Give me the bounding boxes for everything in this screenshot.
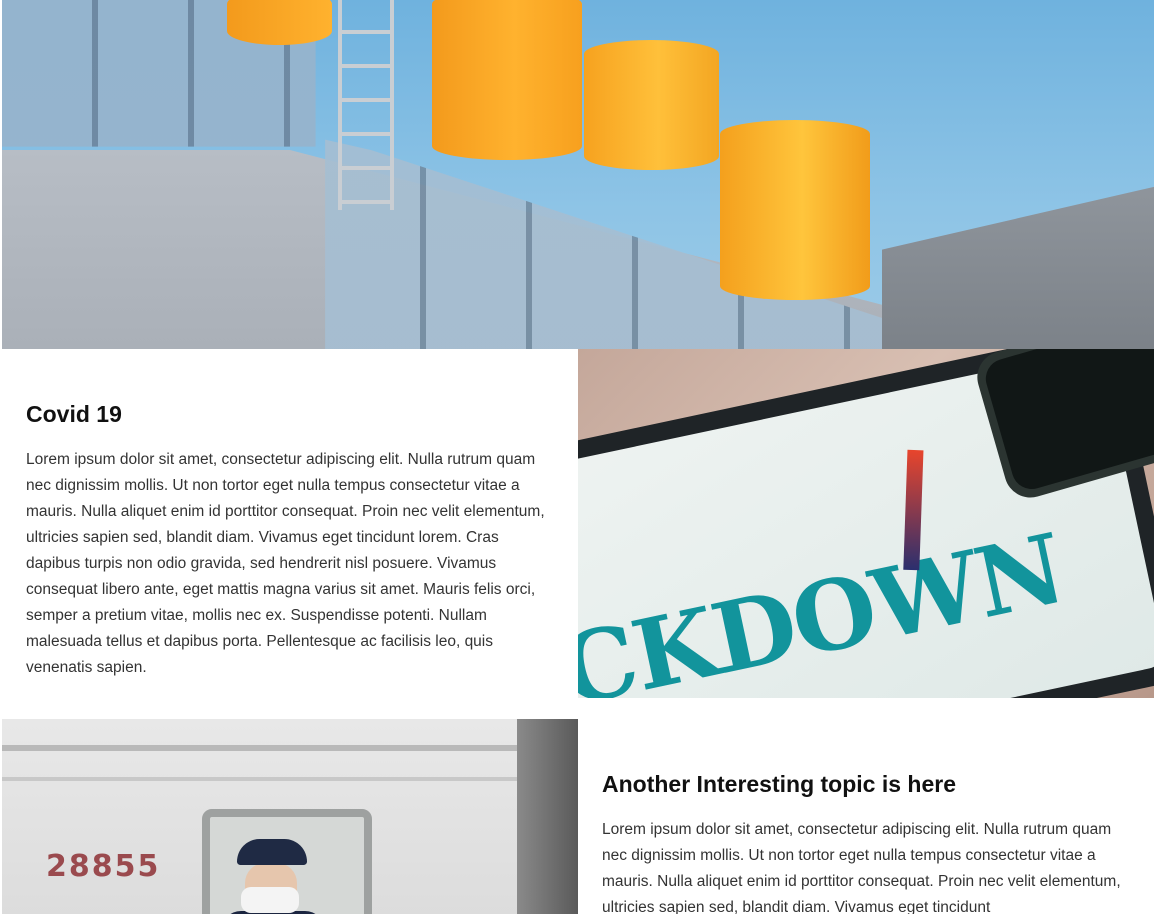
ladder (338, 0, 394, 210)
train-edge (517, 719, 578, 914)
covid-section: Covid 19 Lorem ipsum dolor sit amet, con… (2, 349, 578, 698)
train-conductor-image: 28855 (2, 719, 578, 914)
lockdown-text: CKDOWN (578, 511, 1073, 698)
face-mask (241, 887, 299, 913)
section-body: Lorem ipsum dolor sit amet, consectetur … (26, 451, 545, 676)
section-title: Covid 19 (26, 401, 122, 427)
orange-tank (720, 120, 870, 300)
train-number: 28855 (46, 849, 161, 884)
conductor (221, 839, 325, 914)
orange-tank (432, 0, 582, 160)
conductor-cap (237, 839, 307, 865)
interesting-topic-section: Another Interesting topic is here Lorem … (578, 719, 1154, 914)
orange-tank (584, 40, 719, 170)
train-stripe (2, 745, 522, 751)
section-body: Lorem ipsum dolor sit amet, consectetur … (602, 821, 1121, 914)
building-wall-right (882, 185, 1154, 349)
section-title: Another Interesting topic is here (602, 771, 956, 797)
hero-image (2, 0, 1154, 349)
orange-tank (227, 0, 332, 45)
train-stripe (2, 777, 522, 781)
tablet-lockdown-image: CKDOWN (578, 349, 1154, 698)
